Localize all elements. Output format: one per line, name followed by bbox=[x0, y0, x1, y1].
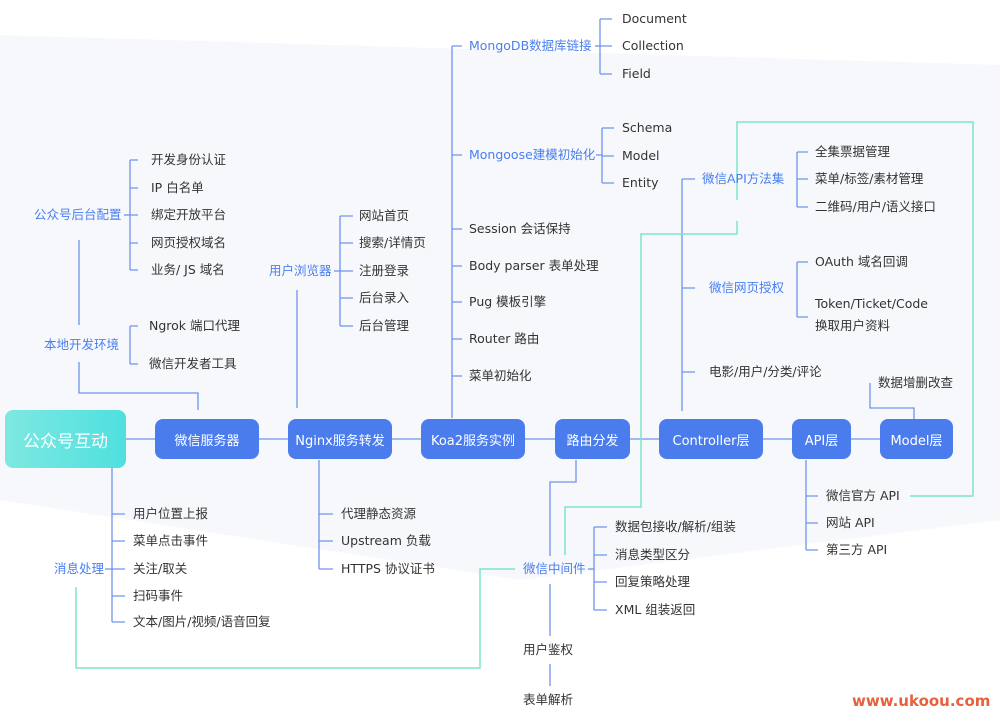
list-item: Router 路由 bbox=[469, 331, 540, 346]
list-item: 网站首页 bbox=[359, 208, 410, 223]
list-item: 网页授权域名 bbox=[151, 235, 227, 250]
node-wechat-server[interactable]: 微信服务器 bbox=[155, 419, 259, 459]
node-model[interactable]: Model层 bbox=[880, 419, 953, 459]
list-item: 二维码/用户/语义接口 bbox=[815, 199, 936, 214]
node-nginx[interactable]: Nginx服务转发 bbox=[288, 419, 392, 459]
root-label: 公众号互动 bbox=[23, 431, 108, 452]
list-item: 菜单点击事件 bbox=[133, 533, 209, 548]
list-item: 网站 API bbox=[826, 515, 875, 530]
list-item: 回复策略处理 bbox=[615, 574, 691, 589]
list-item: XML 组装返回 bbox=[615, 602, 696, 617]
list-item: Collection bbox=[622, 38, 684, 53]
list-item: 微信开发者工具 bbox=[149, 356, 237, 371]
node-router[interactable]: 路由分发 bbox=[555, 419, 630, 459]
list-item: 数据包接收/解析/组装 bbox=[615, 519, 736, 534]
list-item: Body parser 表单处理 bbox=[469, 258, 599, 273]
list-item: IP 白名单 bbox=[151, 180, 204, 195]
list-item: Field bbox=[622, 66, 651, 81]
node-controller[interactable]: Controller层 bbox=[659, 419, 763, 459]
list-item: Ngrok 端口代理 bbox=[149, 318, 241, 333]
list-item: 后台管理 bbox=[359, 318, 410, 333]
branch-message: 消息处理 bbox=[54, 561, 105, 576]
branch-gzh-config: 公众号后台配置 bbox=[34, 207, 122, 222]
list-item: 文本/图片/视频/语音回复 bbox=[133, 614, 271, 629]
branch-mongoose: Mongoose建模初始化 bbox=[469, 147, 596, 162]
list-item: 用户鉴权 bbox=[523, 642, 574, 657]
node-api[interactable]: API层 bbox=[792, 419, 851, 459]
list-item: 全集票据管理 bbox=[815, 144, 891, 159]
list-item: Document bbox=[622, 11, 687, 26]
list-item: Pug 模板引擎 bbox=[469, 294, 547, 309]
list-item: Model bbox=[622, 148, 660, 163]
list-item: 注册登录 bbox=[359, 263, 410, 278]
list-item: 搜索/详情页 bbox=[359, 235, 426, 250]
branch-mongodb: MongoDB数据库链接 bbox=[469, 38, 592, 53]
branch-local-dev: 本地开发环境 bbox=[44, 337, 120, 352]
list-item: Upstream 负载 bbox=[341, 533, 431, 548]
branch-browser: 用户浏览器 bbox=[269, 263, 332, 278]
list-item: Entity bbox=[622, 175, 659, 190]
list-item: 菜单/标签/素材管理 bbox=[815, 171, 924, 186]
list-item: 表单解析 bbox=[523, 692, 574, 707]
list-item: 微信官方 API bbox=[826, 488, 900, 503]
list-item: 后台录入 bbox=[359, 290, 410, 305]
watermark: www.ukoou.com bbox=[852, 692, 991, 710]
branch-wechat-api: 微信API方法集 bbox=[702, 171, 785, 186]
model-extra: 数据增删改查 bbox=[878, 375, 954, 390]
list-item: Schema bbox=[622, 120, 673, 135]
list-item: 菜单初始化 bbox=[469, 368, 532, 383]
root-node[interactable]: 公众号互动 bbox=[5, 410, 126, 468]
list-item: HTTPS 协议证书 bbox=[341, 561, 435, 576]
list-item: 消息类型区分 bbox=[615, 547, 691, 562]
list-item: 换取用户资料 bbox=[815, 318, 891, 333]
node-koa2[interactable]: Koa2服务实例 bbox=[421, 419, 525, 459]
list-item: 代理静态资源 bbox=[341, 506, 417, 521]
list-item: 绑定开放平台 bbox=[151, 207, 227, 222]
list-item: 业务/ JS 域名 bbox=[151, 262, 225, 277]
list-item: 第三方 API bbox=[826, 542, 888, 557]
list-item: 扫码事件 bbox=[133, 588, 184, 603]
list-item: 用户位置上报 bbox=[133, 506, 209, 521]
list-item: 开发身份认证 bbox=[151, 152, 227, 167]
list-item: Session 会话保持 bbox=[469, 221, 571, 236]
list-item: Token/Ticket/Code bbox=[815, 296, 928, 311]
branch-wechat-oauth: 微信网页授权 bbox=[709, 280, 785, 295]
controller-extra: 电影/用户/分类/评论 bbox=[709, 364, 822, 379]
list-item: OAuth 域名回调 bbox=[815, 254, 908, 269]
branch-middleware: 微信中间件 bbox=[523, 561, 586, 576]
list-item: 关注/取关 bbox=[133, 561, 188, 576]
